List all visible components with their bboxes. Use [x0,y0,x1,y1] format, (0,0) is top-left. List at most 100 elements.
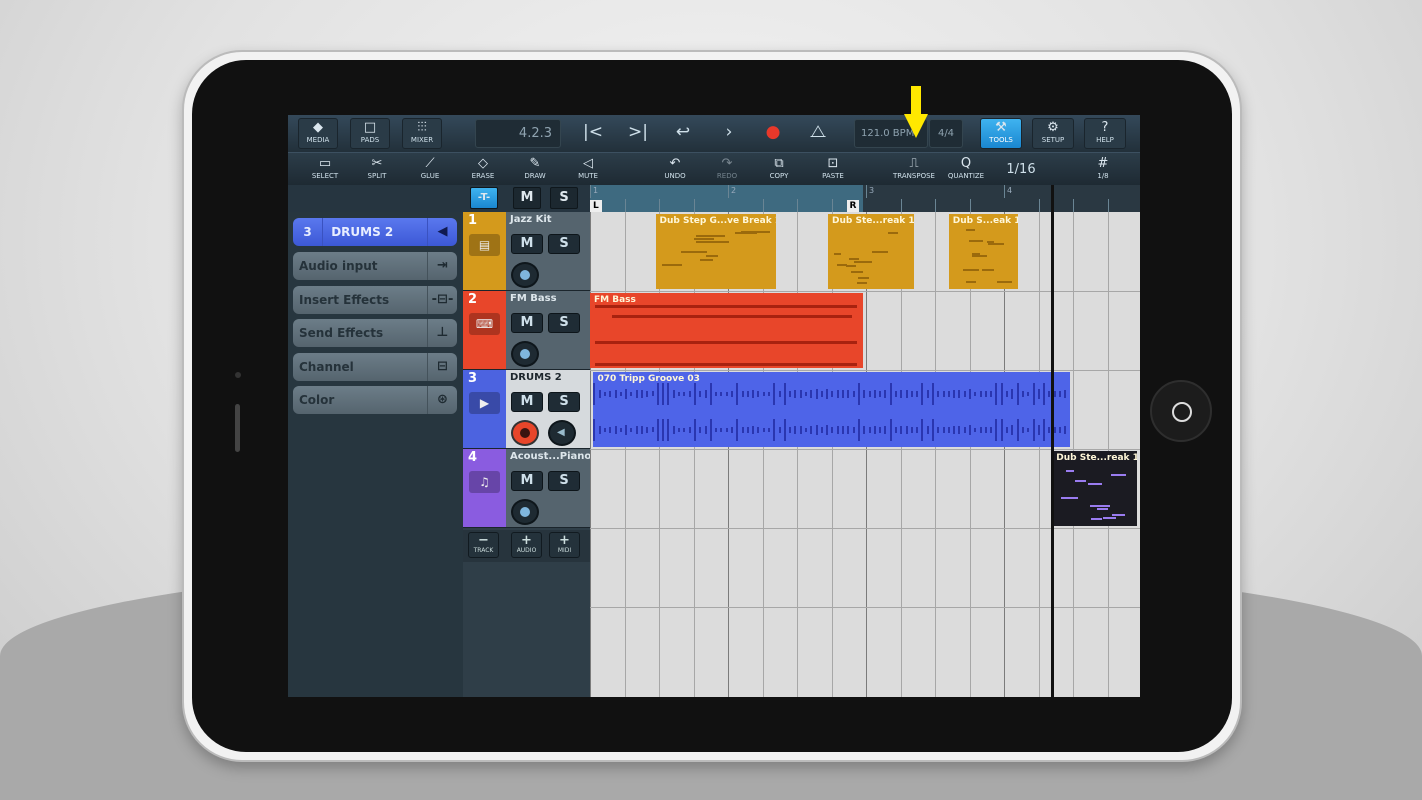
ruler-tick [935,199,936,212]
add-midi-track-button[interactable]: + MIDI [549,532,580,558]
monitor-button[interactable]: ◀ [548,420,576,446]
inspector-item-label: Insert Effects [299,292,390,307]
quantize-icon: Q [960,156,972,171]
record-arm-button[interactable] [511,420,539,446]
track-mute-button[interactable]: M [511,234,543,254]
help-button[interactable]: ? HELP [1084,118,1126,149]
right-locator[interactable]: R [846,200,860,212]
mixer-button[interactable]: ⫶⫶⫶ MIXER [402,118,442,149]
track-solo-button[interactable]: S [548,471,580,491]
loop-button[interactable]: ↩ [666,118,700,149]
arrangement-area[interactable]: Dub Step G...ve Break 1 Dub Ste...reak 1 D… [590,212,1140,697]
clip[interactable]: Dub Step G...ve Break 1 [655,214,777,289]
pads-icon: □ [363,120,377,135]
track-header-2[interactable]: 2 ⌨ FM Bass M S [463,291,590,370]
erase-tool[interactable]: ◇ ERASE [464,155,502,184]
redo-button[interactable]: ↷ REDO [708,155,746,184]
ruler-tick [762,199,764,212]
playhead[interactable] [1050,185,1054,697]
transpose-button[interactable]: ⎍ TRANSPOSE [888,155,940,184]
ruler-bar-number: 4 [1007,186,1013,195]
grid-line [1038,212,1040,697]
record-arm-button[interactable] [511,341,539,367]
inspector-item-insert-effects[interactable]: Insert Effects -⊟- [293,285,457,314]
ruler-tick [624,199,626,212]
undo-button[interactable]: ↶ UNDO [656,155,694,184]
glue-tool[interactable]: ⟋ GLUE [411,155,449,184]
copy-icon: ⧉ [774,156,784,171]
lane-divider [590,607,1140,608]
paste-button[interactable]: ⊡ PASTE [814,155,852,184]
track-solo-button[interactable]: S [548,392,580,412]
collapse-icon[interactable]: ◀ [427,218,457,246]
tools-button[interactable]: ⚒ TOOLS [980,118,1022,149]
remove-track-button[interactable]: − TRACK [468,532,499,558]
skip-to-end-button[interactable]: >| [621,118,655,149]
timeline-ruler[interactable]: L R 1 2 3 4 [590,185,1140,212]
track-solo-button[interactable]: S [548,313,580,333]
undo-icon: ↶ [669,156,681,171]
color-icon: ⊛ [427,386,457,414]
home-button[interactable] [1150,380,1212,442]
record-arm-button[interactable] [511,262,539,288]
record-button[interactable]: ● [756,118,790,149]
daw-screen: ◆ MEDIA □ PADS ⫶⫶⫶ MIXER 4.2.3 |< >| ↩ › ● … [288,115,1140,697]
rewind-to-start-button[interactable]: |< [576,118,610,149]
track-header-4[interactable]: 4 ♫ Acoust...Piano M S [463,449,591,528]
quantize-value-selector[interactable]: 1/16 [996,155,1046,184]
quantize-button[interactable]: Q QUANTIZE [944,155,988,184]
inspector-item-label: Channel [299,359,354,374]
play-icon: ▶ [469,392,500,414]
global-solo-button[interactable]: S [550,187,578,209]
metronome-button[interactable]: ⧍ [801,118,835,149]
track-header-1[interactable]: 1 ▤ Jazz Kit M S [463,212,590,291]
paste-icon: ⊡ [827,156,839,171]
loop-region[interactable] [590,185,863,212]
copy-button[interactable]: ⧉ COPY [760,155,798,184]
track-mute-button[interactable]: M [511,471,543,491]
grid-line [590,212,591,697]
track-header-3[interactable]: 3 ▶ DRUMS 2 M S ◀ [463,370,590,449]
track-number: 3 [468,371,478,386]
ruler-tick [728,185,729,198]
split-tool[interactable]: ✂ SPLIT [358,155,396,184]
grid-icon: # [1097,156,1109,171]
inspector-item-channel[interactable]: Channel ⊟ [293,352,457,381]
record-arm-button[interactable] [511,499,539,525]
select-tool[interactable]: ▭ SELECT [306,155,344,184]
media-button[interactable]: ◆ MEDIA [298,118,338,149]
play-button[interactable]: › [712,118,746,149]
draw-tool[interactable]: ✎ DRAW [516,155,554,184]
left-locator[interactable]: L [590,200,602,212]
inspector-item-audio-input[interactable]: Audio input ⇥ [293,252,457,280]
inspector-item-send-effects[interactable]: Send Effects ⊥ [293,319,457,347]
clip[interactable]: Dub S...eak 1 [948,214,1018,289]
position-display[interactable]: 4.2.3 [475,119,561,148]
clip[interactable]: Dub Ste...reak 1 [1052,451,1137,526]
pads-button[interactable]: □ PADS [350,118,390,149]
global-mute-button[interactable]: M [513,187,541,209]
clip[interactable]: FM Bass [590,293,863,368]
track-mute-button[interactable]: M [511,313,543,333]
inspector-item-color[interactable]: Color ⊛ [293,386,457,414]
track-mute-button[interactable]: M [511,392,543,412]
transpose-icon: ⎍ [909,156,919,171]
time-signature-display[interactable]: 4/4 [929,119,963,148]
track-color-strip: 4 ♫ [463,449,506,527]
clip[interactable]: Dub Ste...reak 1 [828,214,915,289]
clip-name: Dub Ste...reak 1 [1056,453,1137,463]
setup-button[interactable]: ⚙ SETUP [1032,118,1074,149]
selected-track-name: DRUMS 2 [331,225,394,239]
drum-icon: ▤ [469,234,500,256]
gear-icon: ⚙ [1047,120,1059,135]
mute-tool[interactable]: ◁ MUTE [569,155,607,184]
track-height-button[interactable]: -T- [470,187,498,209]
track-solo-button[interactable]: S [548,234,580,254]
add-audio-track-button[interactable]: + AUDIO [511,532,542,558]
clip-name: Dub S...eak 1 [952,216,1018,226]
ruler-tick [1004,185,1005,198]
clip[interactable]: 070 Tripp Groove 03 [593,372,1070,447]
selected-track-header[interactable]: 3 DRUMS 2 ◀ [293,218,457,246]
grid-button[interactable]: #1/8 [1084,155,1122,184]
glue-icon: ⟋ [425,156,435,171]
